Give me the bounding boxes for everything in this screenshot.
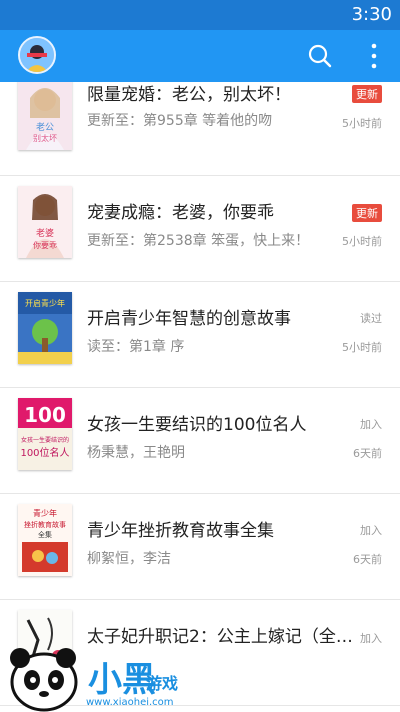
book-subtitle: 柳絮恒，李洁 bbox=[87, 551, 171, 567]
svg-text:100位名人: 100位名人 bbox=[20, 446, 69, 459]
watermark-logo: 小黑 游戏 www.xiaohei.com bbox=[0, 640, 210, 712]
book-title: 开启青少年智慧的创意故事 bbox=[87, 309, 291, 329]
user-avatar-icon[interactable] bbox=[18, 36, 56, 74]
watermark-game: 游戏 bbox=[146, 674, 179, 693]
book-subtitle: 杨秉慧，王艳明 bbox=[87, 445, 185, 461]
svg-text:你要乖: 你要乖 bbox=[33, 240, 57, 250]
read-tag: 读过 bbox=[360, 312, 382, 325]
update-badge: 更新 bbox=[352, 85, 382, 103]
svg-text:女孩一生要结识的: 女孩一生要结识的 bbox=[21, 436, 69, 444]
search-icon[interactable] bbox=[302, 38, 338, 74]
book-title: 限量宠婚：老公，别太坏！ bbox=[87, 85, 291, 105]
svg-text:挫折教育故事: 挫折教育故事 bbox=[24, 520, 66, 529]
book-item[interactable]: 老公 别太坏 限量宠婚：老公，别太坏！ 更新至：第955章 等着他的吻 更新 5… bbox=[0, 82, 400, 176]
book-item[interactable]: 开启青少年 开启青少年智慧的创意故事 读至：第1章 序 读过 5小时前 bbox=[0, 282, 400, 388]
book-cover: 老公 别太坏 bbox=[18, 82, 72, 150]
book-subtitle: 读至：第1章 序 bbox=[87, 339, 185, 355]
book-title: 女孩一生要结识的100位名人 bbox=[87, 415, 307, 435]
book-time: 5小时前 bbox=[342, 341, 382, 354]
svg-text:100: 100 bbox=[24, 403, 66, 427]
book-time: 6天前 bbox=[353, 553, 382, 566]
book-time: 5小时前 bbox=[342, 235, 382, 248]
watermark-url: www.xiaohei.com bbox=[86, 697, 174, 708]
book-cover: 青少年 挫折教育故事 全集 bbox=[18, 504, 72, 576]
book-item[interactable]: 老婆 你要乖 宠妻成瘾：老婆，你要乖 更新至：第2538章 笨蛋，快上来！ 更新… bbox=[0, 176, 400, 282]
book-time: 5小时前 bbox=[342, 117, 382, 130]
status-time: 3:30 bbox=[351, 4, 392, 25]
book-cover: 老婆 你要乖 bbox=[18, 186, 72, 258]
svg-text:青少年: 青少年 bbox=[33, 508, 57, 518]
update-badge: 更新 bbox=[352, 204, 382, 222]
add-tag: 加入 bbox=[360, 632, 382, 645]
svg-text:别太坏: 别太坏 bbox=[33, 133, 57, 143]
status-bar: 3:30 bbox=[0, 0, 400, 30]
book-time: 6天前 bbox=[353, 447, 382, 460]
book-item[interactable]: 100 女孩一生要结识的 100位名人 女孩一生要结识的100位名人 杨秉慧，王… bbox=[0, 388, 400, 494]
book-title: 青少年挫折教育故事全集 bbox=[87, 521, 274, 541]
more-vert-icon[interactable] bbox=[362, 38, 386, 74]
add-tag: 加入 bbox=[360, 418, 382, 431]
svg-text:老公: 老公 bbox=[36, 121, 54, 133]
svg-text:开启青少年: 开启青少年 bbox=[25, 298, 65, 308]
svg-text:老婆: 老婆 bbox=[36, 227, 54, 239]
svg-text:全集: 全集 bbox=[38, 530, 52, 539]
book-list: 老公 别太坏 限量宠婚：老公，别太坏！ 更新至：第955章 等着他的吻 更新 5… bbox=[0, 82, 400, 712]
book-item[interactable]: 青少年 挫折教育故事 全集 青少年挫折教育故事全集 柳絮恒，李洁 加入 6天前 bbox=[0, 494, 400, 600]
book-cover: 开启青少年 bbox=[18, 292, 72, 364]
book-title: 宠妻成瘾：老婆，你要乖 bbox=[87, 203, 274, 223]
book-subtitle: 更新至：第2538章 笨蛋，快上来！ bbox=[87, 233, 310, 249]
book-cover: 100 女孩一生要结识的 100位名人 bbox=[18, 398, 72, 470]
add-tag: 加入 bbox=[360, 524, 382, 537]
book-subtitle: 更新至：第955章 等着他的吻 bbox=[87, 113, 273, 129]
app-bar bbox=[0, 30, 400, 82]
